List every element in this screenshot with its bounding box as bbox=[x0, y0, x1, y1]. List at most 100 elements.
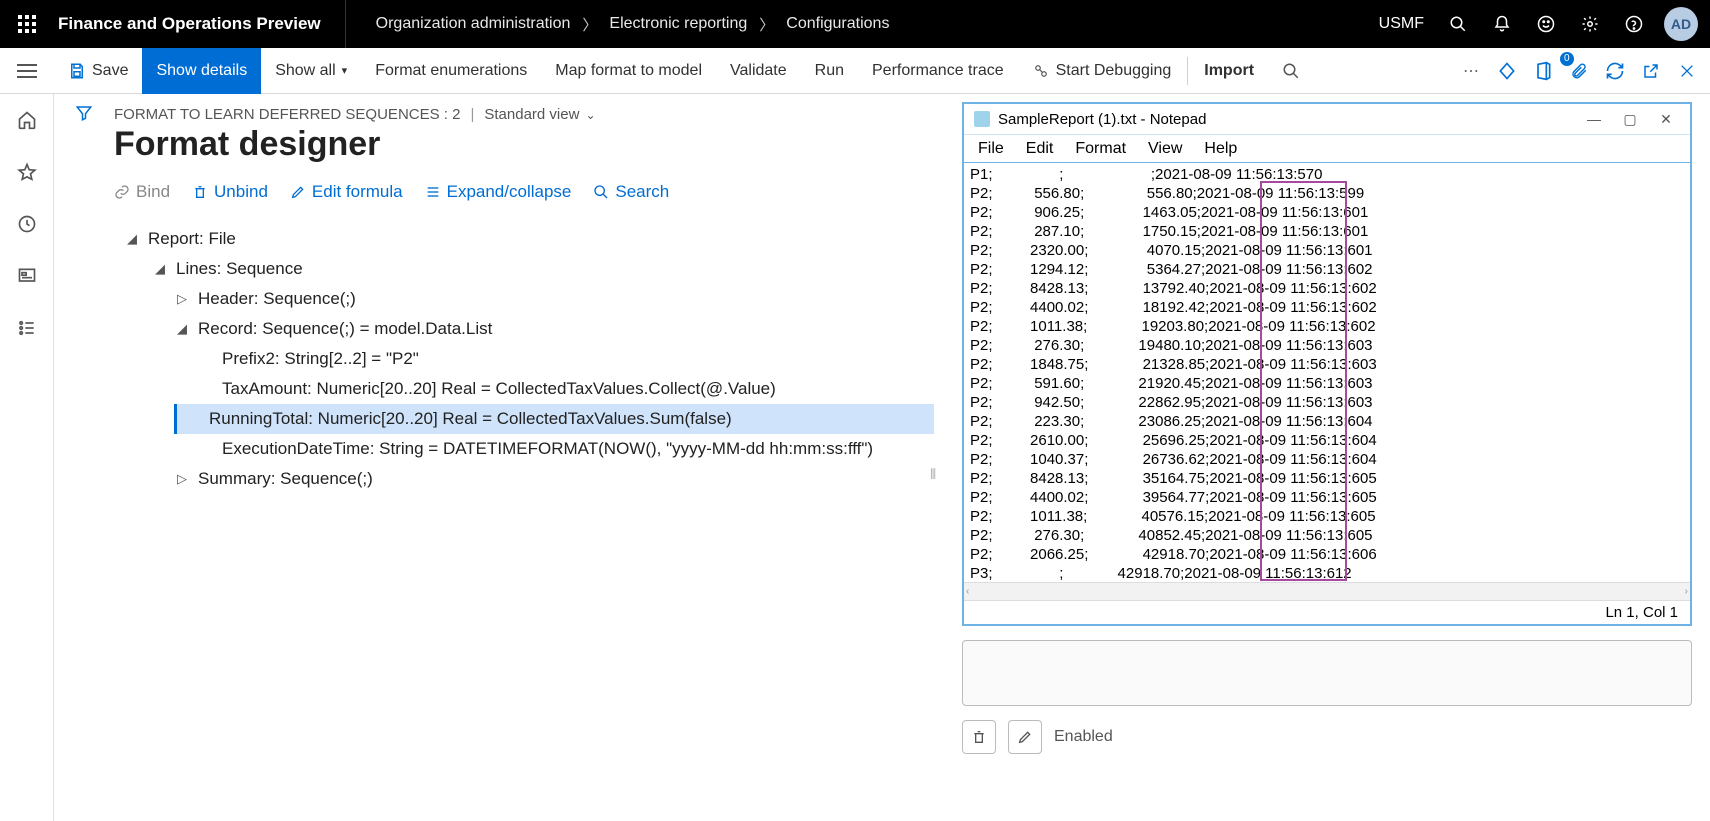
search-icon bbox=[1282, 62, 1300, 80]
expand-collapse-button[interactable]: Expand/collapse bbox=[425, 182, 572, 202]
collapse-icon[interactable]: ◢ bbox=[124, 231, 140, 247]
bind-button[interactable]: Bind bbox=[114, 182, 170, 202]
edit-formula-button[interactable]: Edit formula bbox=[290, 182, 403, 202]
filter-icon bbox=[75, 104, 93, 122]
pencil-icon bbox=[1017, 729, 1033, 745]
breadcrumb: Organization administration 〉 Electronic… bbox=[345, 0, 920, 48]
brand-label: Finance and Operations Preview bbox=[54, 14, 345, 34]
workspaces-button[interactable] bbox=[15, 264, 39, 288]
body: FORMAT TO LEARN DEFERRED SEQUENCES : 2 |… bbox=[54, 94, 1710, 821]
nav-toggle-button[interactable] bbox=[0, 48, 54, 94]
separator bbox=[1187, 57, 1188, 85]
run-button[interactable]: Run bbox=[801, 48, 858, 94]
notepad-titlebar[interactable]: SampleReport (1).txt - Notepad — ▢ ✕ bbox=[964, 104, 1690, 134]
action-bar: Save Show details Show all▾ Format enume… bbox=[0, 48, 1710, 94]
debug-icon bbox=[1032, 62, 1050, 80]
power-apps-button[interactable] bbox=[1492, 56, 1522, 86]
office-icon bbox=[1534, 61, 1552, 81]
home-button[interactable] bbox=[15, 108, 39, 132]
import-button[interactable]: Import bbox=[1190, 48, 1268, 94]
overflow-button[interactable]: ⋯ bbox=[1456, 56, 1486, 86]
modules-button[interactable] bbox=[15, 316, 39, 340]
save-label: Save bbox=[92, 62, 128, 80]
minimize-button[interactable]: — bbox=[1580, 111, 1608, 127]
chevron-right-icon: 〉 bbox=[759, 14, 774, 35]
favorites-button[interactable] bbox=[15, 160, 39, 184]
list-icon bbox=[425, 184, 441, 200]
save-icon bbox=[68, 62, 86, 80]
office-button[interactable] bbox=[1528, 56, 1558, 86]
gear-icon bbox=[1581, 15, 1599, 33]
app-launcher-button[interactable] bbox=[0, 0, 54, 48]
notepad-statusbar: Ln 1, Col 1 bbox=[964, 600, 1690, 624]
notepad-body[interactable]: P1; ; ;2021-08-09 11:56:13:570 P2; 556.8… bbox=[964, 162, 1690, 582]
help-icon bbox=[1625, 15, 1643, 33]
map-format-button[interactable]: Map format to model bbox=[541, 48, 716, 94]
settings-button[interactable] bbox=[1570, 0, 1610, 48]
list-icon bbox=[17, 318, 37, 338]
expand-icon[interactable]: ▷ bbox=[174, 291, 190, 307]
collapse-icon[interactable]: ◢ bbox=[152, 261, 168, 277]
tree-node-selected[interactable]: RunningTotal: Numeric[20..20] Real = Col… bbox=[174, 404, 934, 434]
validate-button[interactable]: Validate bbox=[716, 48, 801, 94]
left-rail bbox=[0, 94, 54, 821]
bell-icon bbox=[1493, 15, 1511, 33]
search-tree-button[interactable]: Search bbox=[593, 182, 669, 202]
maximize-button[interactable]: ▢ bbox=[1616, 111, 1644, 128]
view-selector[interactable]: Standard view ⌄ bbox=[484, 106, 595, 123]
notepad-menu: File Edit Format View Help bbox=[964, 134, 1690, 162]
clock-icon bbox=[17, 214, 37, 234]
breadcrumb-item[interactable]: Configurations bbox=[786, 15, 889, 33]
close-window-button[interactable]: ✕ bbox=[1652, 111, 1680, 128]
notepad-text[interactable]: P1; ; ;2021-08-09 11:56:13:570 P2; 556.8… bbox=[970, 165, 1684, 582]
format-enumerations-button[interactable]: Format enumerations bbox=[361, 48, 541, 94]
feedback-button[interactable] bbox=[1526, 0, 1566, 48]
splitter-handle[interactable]: ⦀ bbox=[930, 466, 934, 483]
company-label[interactable]: USMF bbox=[1369, 15, 1434, 33]
notepad-menu-help[interactable]: Help bbox=[1204, 140, 1237, 158]
delete-button[interactable] bbox=[962, 720, 996, 754]
notepad-menu-view[interactable]: View bbox=[1148, 140, 1182, 158]
breadcrumb-item[interactable]: Electronic reporting bbox=[609, 15, 747, 33]
notepad-menu-format[interactable]: Format bbox=[1075, 140, 1126, 158]
diamond-icon bbox=[1497, 61, 1517, 81]
recent-button[interactable] bbox=[15, 212, 39, 236]
horizontal-scrollbar[interactable]: ‹› bbox=[964, 582, 1690, 600]
breadcrumb-item[interactable]: Organization administration bbox=[376, 15, 571, 33]
popout-button[interactable] bbox=[1636, 56, 1666, 86]
performance-trace-button[interactable]: Performance trace bbox=[858, 48, 1018, 94]
home-icon bbox=[17, 110, 37, 130]
workspace-icon bbox=[17, 266, 37, 286]
save-button[interactable]: Save bbox=[54, 48, 142, 94]
refresh-button[interactable] bbox=[1600, 56, 1630, 86]
edit-button[interactable] bbox=[1008, 720, 1042, 754]
popout-icon bbox=[1642, 62, 1660, 80]
attachments-button[interactable]: 0 bbox=[1564, 56, 1594, 86]
help-button[interactable] bbox=[1614, 0, 1654, 48]
expand-icon[interactable]: ▷ bbox=[174, 471, 190, 487]
show-details-button[interactable]: Show details bbox=[142, 48, 261, 94]
unbind-button[interactable]: Unbind bbox=[192, 182, 268, 202]
collapse-icon[interactable]: ◢ bbox=[174, 321, 190, 337]
search-button[interactable] bbox=[1438, 0, 1478, 48]
filter-button[interactable] bbox=[75, 104, 93, 821]
notepad-menu-file[interactable]: File bbox=[978, 140, 1004, 158]
star-icon bbox=[17, 162, 37, 182]
notepad-icon bbox=[974, 111, 990, 127]
show-all-button[interactable]: Show all▾ bbox=[261, 48, 361, 94]
trash-icon bbox=[971, 729, 987, 745]
notepad-menu-edit[interactable]: Edit bbox=[1026, 140, 1054, 158]
notifications-button[interactable] bbox=[1482, 0, 1522, 48]
refresh-icon bbox=[1605, 61, 1625, 81]
enabled-label: Enabled bbox=[1054, 728, 1113, 746]
details-panel[interactable] bbox=[962, 640, 1692, 706]
search-in-bar-button[interactable] bbox=[1268, 48, 1314, 94]
close-button[interactable] bbox=[1672, 56, 1702, 86]
top-bar: Finance and Operations Preview Organizat… bbox=[0, 0, 1710, 48]
hamburger-icon bbox=[17, 64, 37, 78]
page-crumb-text: FORMAT TO LEARN DEFERRED SEQUENCES : 2 bbox=[114, 106, 460, 123]
ellipsis-icon: ⋯ bbox=[1463, 61, 1479, 81]
start-debugging-button[interactable]: Start Debugging bbox=[1018, 48, 1186, 94]
user-avatar[interactable]: AD bbox=[1664, 7, 1698, 41]
attachments-badge: 0 bbox=[1560, 52, 1574, 66]
